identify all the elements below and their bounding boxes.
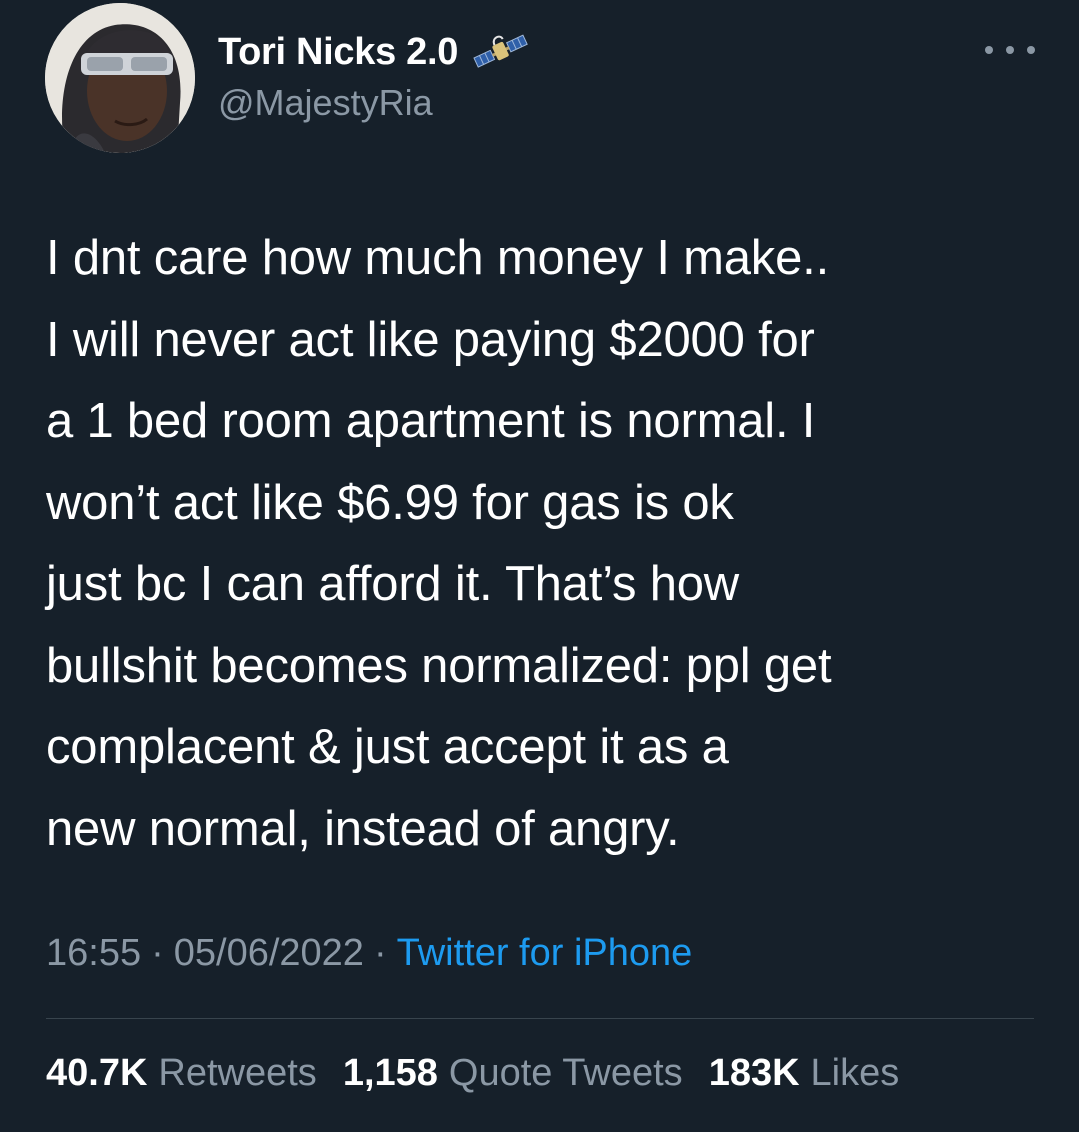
tweet-text-line: won’t act like $6.99 for gas is ok	[46, 475, 734, 530]
tweet-text-line: bullshit becomes normalized: ppl get	[46, 638, 832, 693]
author-name-row[interactable]: Tori Nicks 2.0	[218, 28, 530, 76]
tweet-text: I dnt care how much money I make.. I wil…	[46, 218, 1046, 870]
quote-tweets-label: Quote Tweets	[448, 1052, 683, 1094]
retweets-label: Retweets	[158, 1052, 317, 1094]
author-display-name[interactable]: Tori Nicks 2.0	[218, 31, 458, 74]
quote-tweets-stat[interactable]: 1,158 Quote Tweets	[343, 1052, 683, 1095]
likes-stat[interactable]: 183K Likes	[709, 1052, 900, 1095]
meta-separator: ·	[373, 932, 387, 974]
tweet-meta: 16:55 · 05/06/2022 · Twitter for iPhone	[46, 932, 692, 975]
tweet-card: Tori Nicks 2.0 @MajestyRia I dnt care ho…	[0, 0, 1079, 1132]
avatar[interactable]	[45, 3, 195, 153]
avatar-photo	[45, 3, 195, 153]
meta-separator: ·	[151, 932, 164, 974]
more-dot-icon	[1027, 46, 1035, 54]
satellite-icon	[473, 34, 528, 68]
author-handle[interactable]: @MajestyRia	[218, 82, 433, 124]
tweet-text-line: new normal, instead of angry.	[46, 801, 680, 856]
tweet-text-line: just bc I can afford it. That’s how	[46, 557, 739, 611]
tweet-date[interactable]: 05/06/2022	[174, 932, 364, 975]
quote-tweets-count: 1,158	[342, 1052, 438, 1094]
likes-count: 183K	[708, 1052, 800, 1094]
likes-label: Likes	[810, 1052, 900, 1094]
more-dot-icon	[1006, 46, 1014, 54]
tweet-text-line: complacent & just accept it as a	[46, 720, 729, 774]
divider	[46, 1018, 1034, 1019]
tweet-text-line: I dnt care how much money I make..	[46, 231, 829, 285]
retweets-count: 40.7K	[46, 1052, 148, 1094]
more-options-button[interactable]	[985, 40, 1035, 60]
tweet-time[interactable]: 16:55	[46, 932, 141, 975]
tweet-text-line: I will never act like paying $2000 for	[46, 312, 815, 367]
tweet-source-link[interactable]: Twitter for iPhone	[397, 932, 693, 975]
more-dot-icon	[985, 46, 993, 54]
tweet-stats: 40.7K Retweets 1,158 Quote Tweets 183K L…	[46, 1052, 925, 1095]
retweets-stat[interactable]: 40.7K Retweets	[46, 1052, 317, 1095]
tweet-text-line: a 1 bed room apartment is normal. I	[46, 394, 816, 448]
